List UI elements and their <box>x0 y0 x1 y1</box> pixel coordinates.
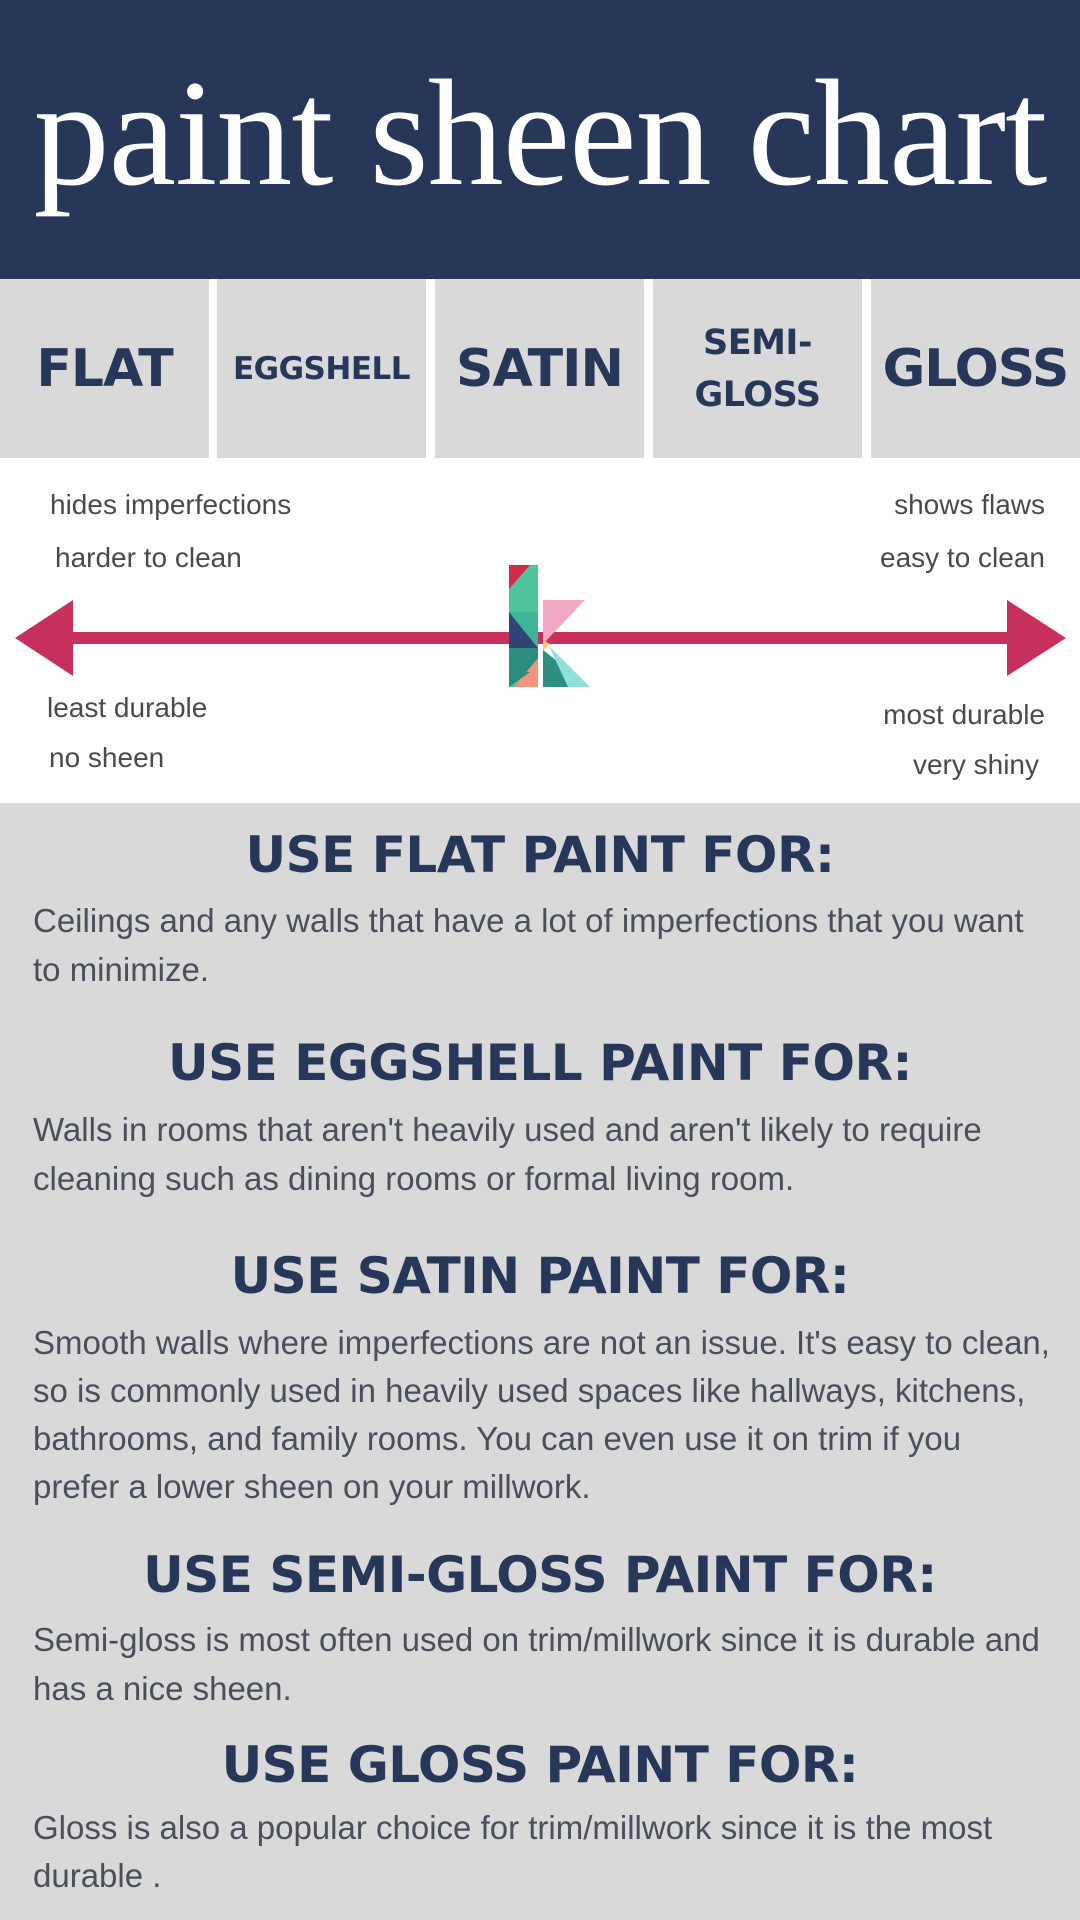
arrow-left-head-icon <box>15 600 73 676</box>
sheen-box-gloss: GLOSS <box>871 279 1080 458</box>
use-flat-text-line: Ceilings and any walls that have a lot o… <box>33 902 1024 939</box>
sheen-label: EGGSHELL <box>232 350 411 387</box>
use-eggshell-text-line: cleaning such as dining rooms or formal … <box>33 1160 795 1197</box>
usage-section: USE FLAT PAINT FOR: Ceilings and any wal… <box>0 803 1080 1920</box>
use-eggshell-text-line: Walls in rooms that aren't heavily used … <box>33 1111 982 1148</box>
label-harder-to-clean: harder to clean <box>55 542 242 573</box>
header-banner: paint sheen chart <box>0 0 1080 279</box>
k-logo-icon <box>509 565 590 687</box>
sheen-spectrum: hides imperfections harder to clean leas… <box>0 458 1080 803</box>
page-title: paint sheen chart <box>33 49 1048 217</box>
sheen-label-line1: SEMI- <box>702 322 812 363</box>
sheen-label: GLOSS <box>882 338 1070 399</box>
sheen-box-flat: FLAT <box>0 279 209 458</box>
use-gloss-heading: USE GLOSS PAINT FOR: <box>221 1736 859 1794</box>
use-flat-heading: USE FLAT PAINT FOR: <box>245 826 835 884</box>
use-satin-text-line: so is commonly used in heavily used spac… <box>33 1372 1026 1409</box>
sheen-label: FLAT <box>36 338 173 399</box>
use-satin-text-line: prefer a lower sheen on your millwork. <box>33 1468 591 1505</box>
arrow-right-head-icon <box>1007 600 1066 676</box>
use-flat-text-line: to minimize. <box>33 951 210 988</box>
sheen-box-eggshell: EGGSHELL <box>217 279 426 458</box>
label-easy-to-clean: easy to clean <box>880 542 1045 573</box>
sheen-label-line2: GLOSS <box>694 374 821 415</box>
arrow-shaft <box>70 632 1010 644</box>
use-satin-text-line: bathrooms, and family rooms. You can eve… <box>33 1420 962 1457</box>
use-satin-heading: USE SATIN PAINT FOR: <box>230 1247 850 1305</box>
label-very-shiny: very shiny <box>912 749 1039 780</box>
label-no-sheen: no sheen <box>49 742 165 773</box>
use-semi-gloss-heading: USE SEMI-GLOSS PAINT FOR: <box>143 1546 937 1604</box>
sheen-box-satin: SATIN <box>435 279 644 458</box>
label-most-durable: most durable <box>883 699 1045 730</box>
sheen-scale-boxes: FLAT EGGSHELL SATIN SEMI- GLOSS GLOSS <box>0 279 1080 458</box>
label-hides-imperfections: hides imperfections <box>50 489 292 520</box>
use-gloss-text-line: Gloss is also a popular choice for trim/… <box>33 1809 993 1846</box>
use-eggshell-heading: USE EGGSHELL PAINT FOR: <box>168 1034 912 1092</box>
use-semi-gloss-text-line: has a nice sheen. <box>33 1670 292 1707</box>
label-shows-flaws: shows flaws <box>894 489 1045 520</box>
label-least-durable: least durable <box>47 692 208 723</box>
use-semi-gloss-text-line: Semi-gloss is most often used on trim/mi… <box>33 1621 1040 1658</box>
use-satin-text-line: Smooth walls where imperfections are not… <box>33 1324 1050 1361</box>
sheen-label: SATIN <box>456 338 624 399</box>
use-gloss-text-line: durable . <box>33 1857 162 1894</box>
sheen-box-semi-gloss: SEMI- GLOSS <box>653 279 862 458</box>
